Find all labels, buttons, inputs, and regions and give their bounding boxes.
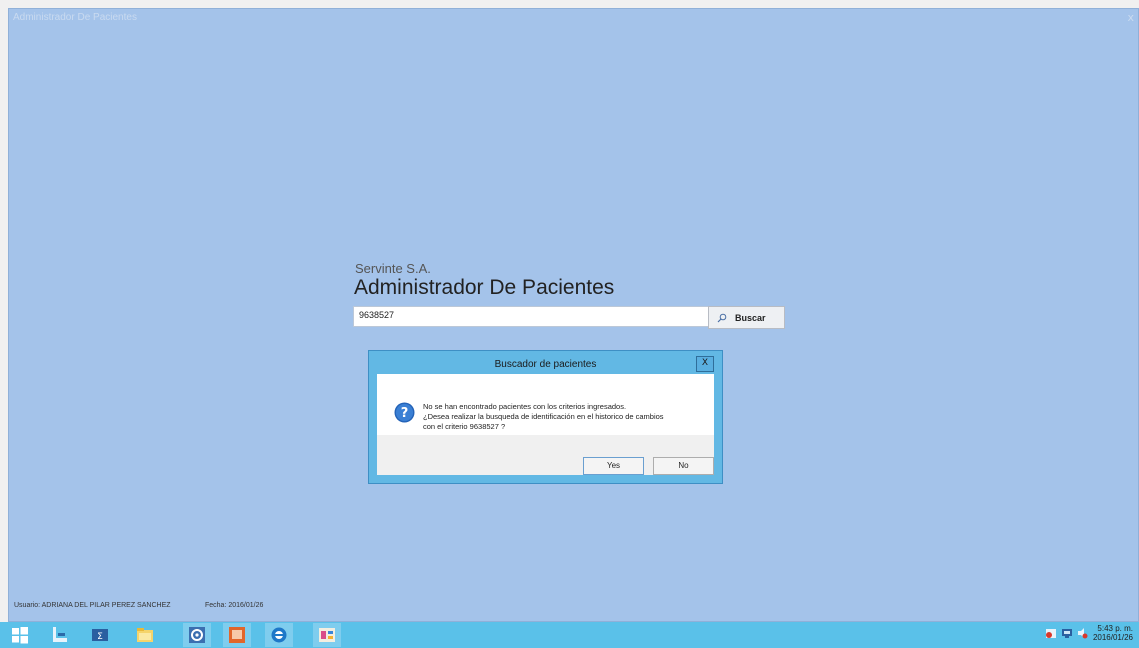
clock-time: 5:43 p. m. bbox=[1097, 624, 1133, 633]
window-title: Administrador De Pacientes bbox=[13, 12, 137, 23]
search-icon bbox=[717, 313, 727, 322]
question-icon: ? bbox=[394, 402, 415, 423]
no-button[interactable]: No bbox=[653, 457, 714, 475]
taskbar-item-settings[interactable] bbox=[183, 623, 211, 647]
app-window-icon bbox=[319, 628, 335, 642]
taskbar: Σ 5:43 p. m. 2016/01/26 bbox=[0, 622, 1139, 648]
patient-search-dialog: Buscador de pacientes X ? No se han enco… bbox=[368, 350, 723, 484]
status-date: Fecha: 2016/01/26 bbox=[205, 602, 264, 609]
yes-button[interactable]: Yes bbox=[583, 457, 644, 475]
dialog-message-line: ¿Desea realizar la busqueda de identific… bbox=[423, 412, 664, 421]
brand-label: Servinte S.A. bbox=[355, 261, 431, 276]
tray-network-icon[interactable] bbox=[1061, 627, 1073, 639]
taskbar-item-app[interactable] bbox=[313, 623, 341, 647]
search-input[interactable]: 9638527 bbox=[353, 306, 709, 327]
windows-start-icon[interactable] bbox=[11, 626, 29, 644]
settings-app-icon bbox=[189, 627, 205, 643]
window-close-button[interactable]: x bbox=[1127, 11, 1134, 24]
taskbar-clock[interactable]: 5:43 p. m. 2016/01/26 bbox=[1093, 624, 1133, 642]
window-titlebar[interactable]: Administrador De Pacientes x bbox=[9, 9, 1138, 29]
dialog-message-line: No se han encontrado pacientes con los c… bbox=[423, 402, 627, 411]
dialog-close-button[interactable]: X bbox=[696, 356, 714, 372]
status-user: Usuario: ADRIANA DEL PILAR PEREZ SANCHEZ bbox=[14, 602, 171, 609]
tray-security-icon[interactable] bbox=[1045, 627, 1057, 639]
image-viewer-icon bbox=[229, 627, 245, 643]
search-button-label: Buscar bbox=[735, 312, 766, 323]
status-bar: Usuario: ADRIANA DEL PILAR PEREZ SANCHEZ… bbox=[8, 598, 1139, 614]
dialog-message: No se han encontrado pacientes con los c… bbox=[423, 402, 664, 432]
taskbar-item-browser[interactable] bbox=[265, 623, 293, 647]
page-title: Administrador De Pacientes bbox=[354, 276, 615, 299]
tray-volume-icon[interactable] bbox=[1077, 627, 1089, 639]
svg-text:?: ? bbox=[401, 406, 409, 421]
search-button[interactable]: Buscar bbox=[708, 306, 785, 329]
powershell-icon[interactable]: Σ bbox=[91, 626, 109, 644]
dialog-title: Buscador de pacientes bbox=[494, 359, 597, 370]
browser-icon bbox=[271, 627, 287, 643]
taskbar-item-image-viewer[interactable] bbox=[223, 623, 251, 647]
svg-text:Σ: Σ bbox=[97, 632, 103, 642]
dialog-body: ? No se han encontrado pacientes con los… bbox=[377, 374, 714, 435]
server-manager-icon[interactable] bbox=[51, 626, 69, 644]
system-tray: 5:43 p. m. 2016/01/26 bbox=[1045, 624, 1133, 642]
clock-date: 2016/01/26 bbox=[1092, 633, 1133, 642]
dialog-message-line: con el criterio 9638527 ? bbox=[423, 422, 506, 431]
file-explorer-icon[interactable] bbox=[136, 626, 154, 644]
